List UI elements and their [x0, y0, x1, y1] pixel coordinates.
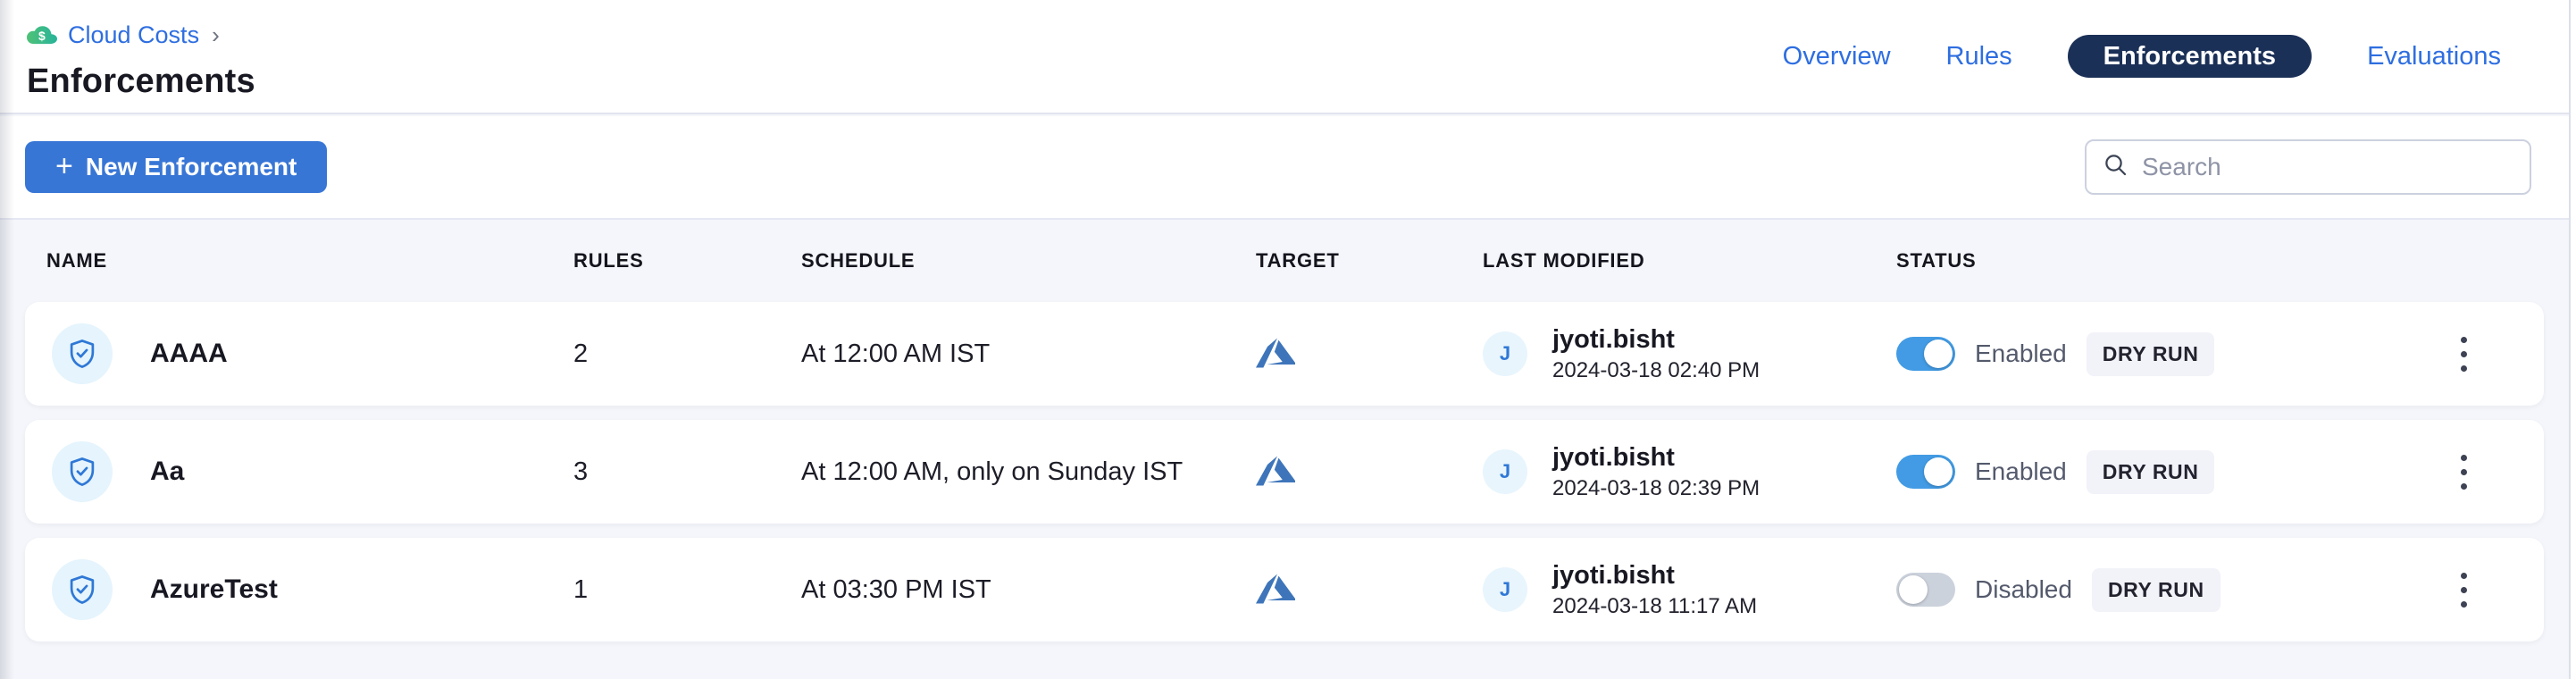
- status-cell: Enabled DRY RUN: [1871, 332, 2383, 376]
- user-avatar: J: [1483, 331, 1527, 376]
- column-header-rules: RULES: [573, 249, 801, 272]
- enforcements-table: NAME RULES SCHEDULE TARGET LAST MODIFIED…: [25, 220, 2544, 641]
- vertical-scrollbar[interactable]: [2569, 0, 2576, 679]
- modified-timestamp: 2024-03-18 02:40 PM: [1552, 356, 1760, 384]
- rules-count: 3: [573, 457, 801, 487]
- status-label: Enabled: [1975, 457, 2067, 486]
- table-body: AAAA 2 At 12:00 AM IST J jyoti.bisht 202…: [25, 302, 2544, 641]
- row-menu-kebab-icon[interactable]: [2446, 564, 2481, 616]
- tab-overview[interactable]: Overview: [1783, 42, 1891, 71]
- status-toggle[interactable]: [1896, 455, 1955, 489]
- column-header-schedule: SCHEDULE: [801, 249, 1256, 272]
- column-header-status: STATUS: [1871, 249, 2383, 272]
- column-header-target: TARGET: [1256, 249, 1483, 272]
- modified-timestamp: 2024-03-18 11:17 AM: [1552, 592, 1757, 620]
- modified-by-user: jyoti.bisht: [1552, 441, 1760, 474]
- modified-timestamp: 2024-03-18 02:39 PM: [1552, 474, 1760, 502]
- toggle-knob: [1924, 457, 1953, 486]
- table-header-row: NAME RULES SCHEDULE TARGET LAST MODIFIED…: [25, 220, 2544, 302]
- enforcement-shield-icon: [52, 559, 113, 620]
- user-avatar: J: [1483, 449, 1527, 494]
- status-label: Enabled: [1975, 340, 2067, 368]
- enforcement-name: AzureTest: [150, 574, 278, 605]
- tab-enforcements[interactable]: Enforcements: [2068, 35, 2312, 78]
- dry-run-badge: DRY RUN: [2087, 332, 2215, 376]
- last-modified-cell: J jyoti.bisht 2024-03-18 11:17 AM: [1483, 559, 1871, 619]
- tab-rules[interactable]: Rules: [1946, 42, 2012, 71]
- status-cell: Disabled DRY RUN: [1871, 568, 2383, 612]
- tab-evaluations[interactable]: Evaluations: [2367, 42, 2501, 71]
- header-left: $ Cloud Costs › Enforcements: [0, 13, 255, 101]
- dry-run-badge: DRY RUN: [2087, 450, 2215, 494]
- status-cell: Enabled DRY RUN: [1871, 450, 2383, 494]
- actions-cell: [2383, 328, 2544, 381]
- status-toggle[interactable]: [1896, 337, 1955, 371]
- status-toggle[interactable]: [1896, 573, 1955, 607]
- last-modified-cell: J jyoti.bisht 2024-03-18 02:39 PM: [1483, 441, 1871, 501]
- last-modified-cell: J jyoti.bisht 2024-03-18 02:40 PM: [1483, 323, 1871, 383]
- actions-cell: [2383, 564, 2544, 616]
- breadcrumb-cloud-costs[interactable]: Cloud Costs: [68, 21, 199, 49]
- status-label: Disabled: [1975, 575, 2072, 604]
- schedule-text: At 12:00 AM, only on Sunday IST: [801, 457, 1256, 487]
- svg-text:$: $: [38, 29, 46, 43]
- column-header-name: NAME: [25, 249, 573, 272]
- name-cell: AAAA: [25, 323, 573, 384]
- target-cell: [1256, 338, 1483, 370]
- tab-bar: Overview Rules Enforcements Evaluations: [1783, 35, 2501, 78]
- breadcrumb-separator: ›: [212, 21, 220, 49]
- new-enforcement-button[interactable]: + New Enforcement: [25, 141, 327, 193]
- enforcement-shield-icon: [52, 323, 113, 384]
- table-row[interactable]: Aa 3 At 12:00 AM, only on Sunday IST J j…: [25, 420, 2544, 524]
- row-menu-kebab-icon[interactable]: [2446, 328, 2481, 381]
- azure-logo-icon: [1256, 574, 1483, 606]
- azure-logo-icon: [1256, 456, 1483, 488]
- search-input[interactable]: [2142, 153, 2513, 181]
- name-cell: Aa: [25, 441, 573, 502]
- enforcements-page: $ Cloud Costs › Enforcements Overview Ru…: [0, 0, 2576, 679]
- toolbar: + New Enforcement: [0, 116, 2576, 220]
- toggle-knob: [1899, 575, 1928, 604]
- row-menu-kebab-icon[interactable]: [2446, 446, 2481, 499]
- column-header-last-modified: LAST MODIFIED: [1483, 249, 1871, 272]
- modified-by-user: jyoti.bisht: [1552, 559, 1757, 591]
- user-avatar: J: [1483, 567, 1527, 612]
- page-title: Enforcements: [27, 63, 255, 101]
- schedule-text: At 12:00 AM IST: [801, 340, 1256, 369]
- toggle-knob: [1924, 340, 1953, 368]
- target-cell: [1256, 456, 1483, 488]
- rules-count: 1: [573, 575, 801, 605]
- dry-run-badge: DRY RUN: [2092, 568, 2221, 612]
- search-icon: [2103, 152, 2129, 183]
- cloud-costs-icon: $: [27, 24, 57, 47]
- azure-logo-icon: [1256, 338, 1483, 370]
- breadcrumb: $ Cloud Costs ›: [27, 18, 255, 54]
- target-cell: [1256, 574, 1483, 606]
- actions-cell: [2383, 446, 2544, 499]
- enforcement-name: Aa: [150, 457, 184, 487]
- page-header: $ Cloud Costs › Enforcements Overview Ru…: [0, 0, 2576, 114]
- name-cell: AzureTest: [25, 559, 573, 620]
- enforcement-shield-icon: [52, 441, 113, 502]
- rules-count: 2: [573, 340, 801, 369]
- search-box[interactable]: [2085, 139, 2531, 195]
- new-enforcement-button-label: New Enforcement: [86, 153, 297, 181]
- modified-by-user: jyoti.bisht: [1552, 323, 1760, 356]
- plus-icon: +: [55, 151, 73, 181]
- table-row[interactable]: AzureTest 1 At 03:30 PM IST J jyoti.bish…: [25, 538, 2544, 641]
- schedule-text: At 03:30 PM IST: [801, 575, 1256, 605]
- table-row[interactable]: AAAA 2 At 12:00 AM IST J jyoti.bisht 202…: [25, 302, 2544, 406]
- enforcement-name: AAAA: [150, 339, 228, 369]
